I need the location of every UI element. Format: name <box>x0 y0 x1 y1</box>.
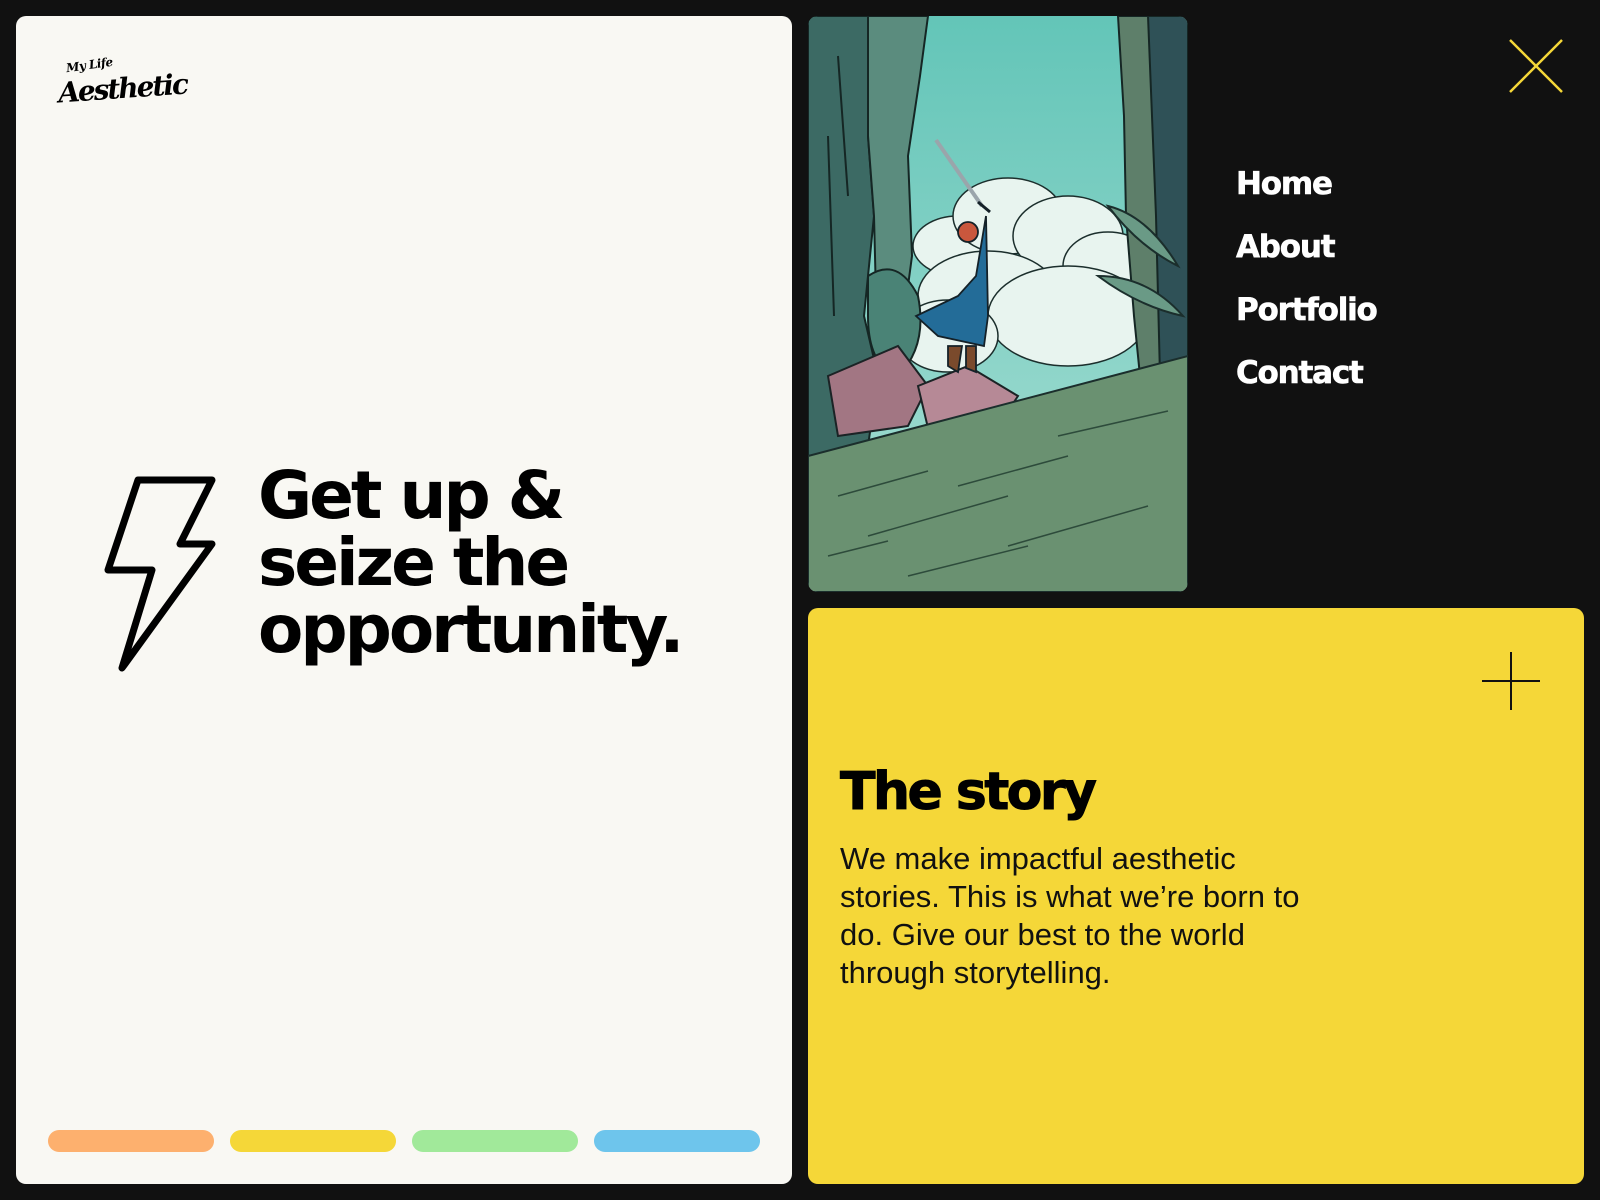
nav-item-portfolio: Portfolio <box>1236 292 1378 355</box>
main-nav: Home About Portfolio Contact <box>1236 166 1378 418</box>
hero-illustration <box>808 16 1188 592</box>
close-icon[interactable] <box>1506 36 1566 96</box>
plus-icon[interactable] <box>1480 650 1542 712</box>
story-body: We make impactful aesthetic stories. Thi… <box>840 841 1300 990</box>
nav-link-contact[interactable]: Contact <box>1236 355 1364 392</box>
lightning-bolt-icon <box>104 476 216 672</box>
headline-line: opportunity. <box>258 591 684 668</box>
color-bar-yellow[interactable] <box>230 1130 396 1152</box>
color-bar-orange[interactable] <box>48 1130 214 1152</box>
nav-link-about[interactable]: About <box>1236 229 1336 266</box>
story-card: The story We make impactful aesthetic st… <box>808 608 1584 1184</box>
nav-item-about: About <box>1236 229 1377 292</box>
hero-headline: Get up & seize the opportunity. <box>258 462 778 663</box>
color-bar-indicators <box>48 1130 760 1152</box>
story-title: The story <box>839 762 1097 823</box>
nav-link-home[interactable]: Home <box>1236 166 1334 203</box>
illustration-forest-swordsman <box>808 16 1188 592</box>
nav-link-portfolio[interactable]: Portfolio <box>1236 292 1378 329</box>
headline-line: Get up & <box>258 457 565 534</box>
color-bar-blue[interactable] <box>594 1130 760 1152</box>
brand-logo[interactable]: My Life Aesthetic <box>57 55 188 118</box>
nav-item-contact: Contact <box>1236 355 1377 418</box>
nav-item-home: Home <box>1236 166 1377 229</box>
headline-line: seize the <box>258 524 570 601</box>
intro-panel: My Life Aesthetic Get up & seize the opp… <box>16 16 792 1184</box>
color-bar-green[interactable] <box>412 1130 578 1152</box>
